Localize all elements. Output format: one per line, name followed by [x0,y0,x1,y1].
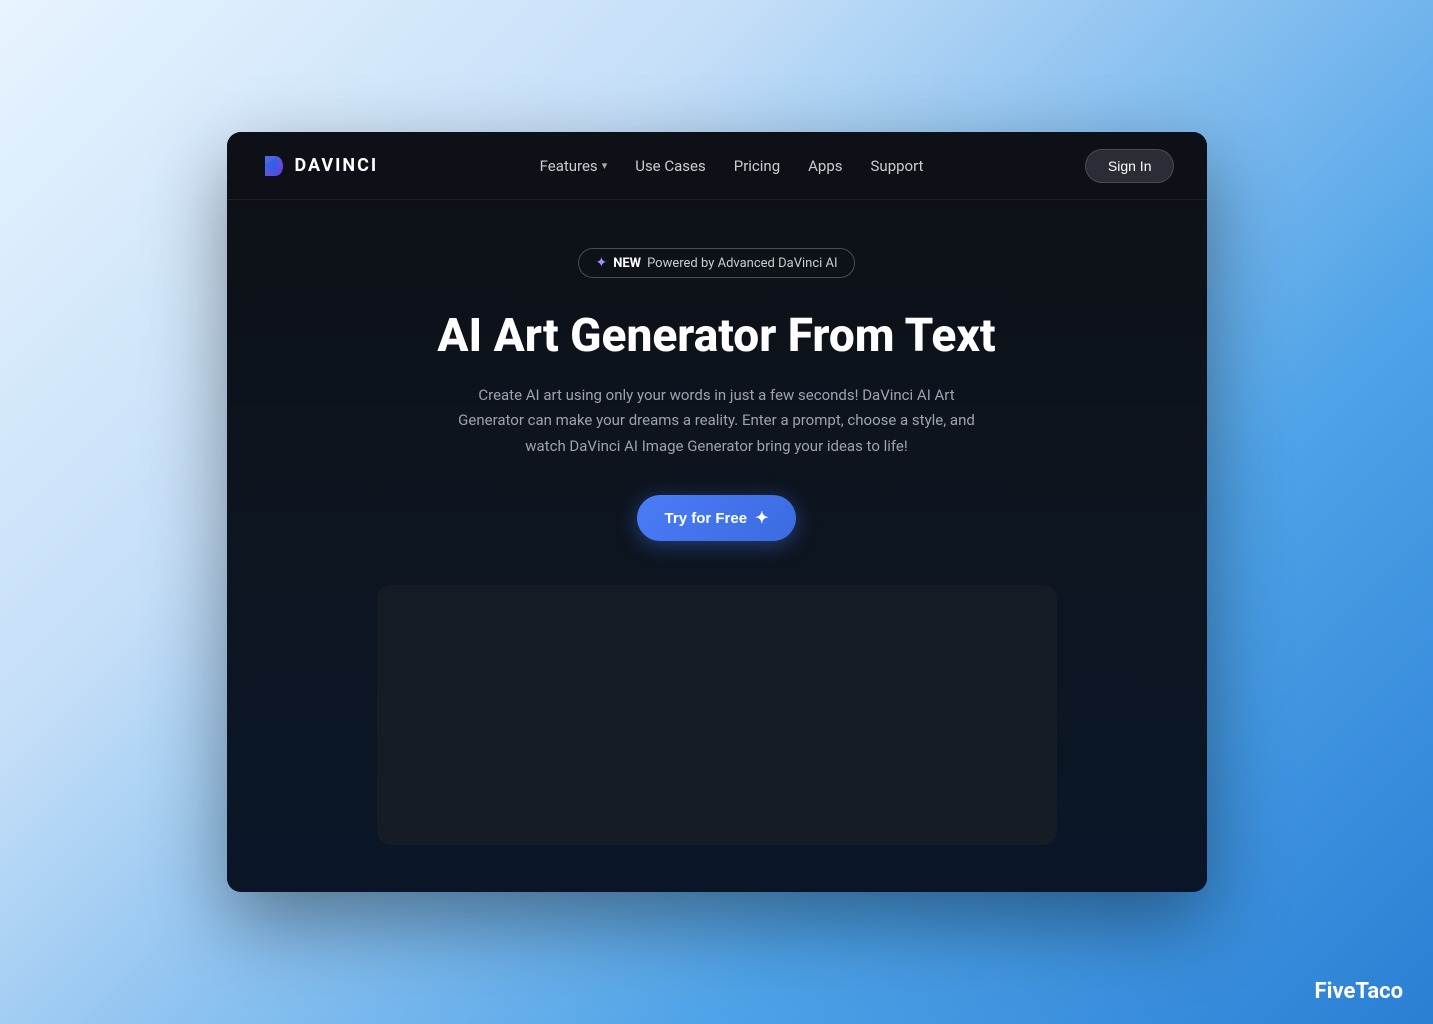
nav-pricing[interactable]: Pricing [734,157,780,175]
new-badge: ✦ NEW Powered by Advanced DaVinci AI [578,248,854,278]
nav-use-cases[interactable]: Use Cases [635,157,706,175]
nav-support[interactable]: Support [871,157,924,175]
badge-description: Powered by Advanced DaVinci AI [647,256,837,271]
logo-icon [259,152,287,180]
badge-new-label: NEW [613,256,641,271]
nav-features[interactable]: Features ▾ [540,157,608,175]
navbar: DAVINCI Features ▾ Use Cases Pricing App… [227,132,1207,200]
logo-area[interactable]: DAVINCI [259,152,379,180]
chevron-down-icon: ▾ [602,159,608,172]
nav-apps[interactable]: Apps [808,157,842,175]
demo-preview-box [377,585,1057,845]
main-content: ✦ NEW Powered by Advanced DaVinci AI AI … [227,200,1207,892]
browser-window: DAVINCI Features ▾ Use Cases Pricing App… [227,132,1207,892]
cta-button[interactable]: Try for Free ✦ [637,495,797,541]
nav-links: Features ▾ Use Cases Pricing Apps Suppor… [540,157,924,175]
sparkle-icon: ✦ [595,255,607,271]
cta-sparkle-icon: ✦ [755,508,768,528]
sign-in-button[interactable]: Sign In [1085,149,1175,183]
cta-label: Try for Free [665,510,748,527]
hero-heading: AI Art Generator From Text [437,310,995,363]
watermark: FiveTaco [1315,979,1403,1004]
hero-subtext: Create AI art using only your words in j… [447,383,987,460]
logo-text: DAVINCI [295,155,379,176]
